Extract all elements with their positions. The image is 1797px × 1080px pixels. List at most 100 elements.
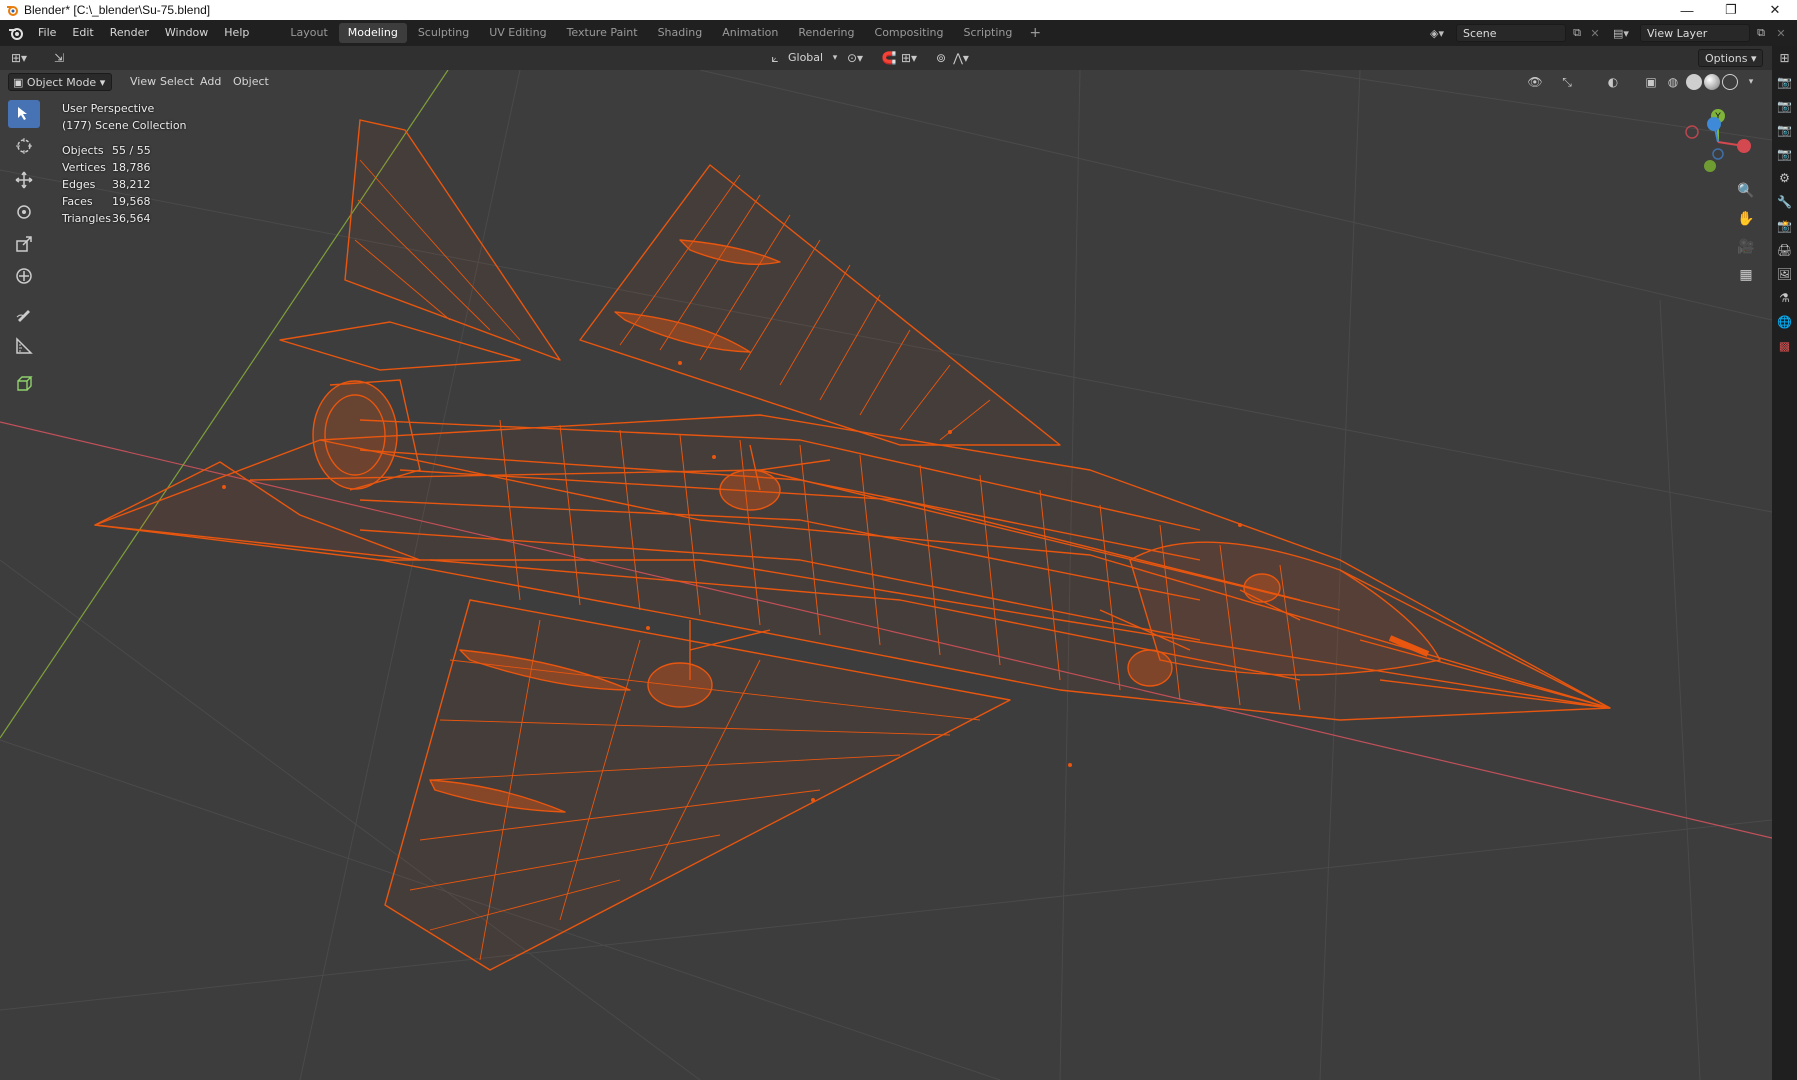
scene-properties-icon[interactable]: ⚗ bbox=[1772, 286, 1797, 310]
pan-hand-icon[interactable]: ✋ bbox=[1733, 206, 1759, 232]
camera-view-icon[interactable]: 🎥 bbox=[1733, 234, 1759, 260]
tool-header: ⊞▾ ⇲ ⟀ Global ▾ ⊙▾ 🧲 ⊞▾ ⊚ ⋀▾ Options ▾ bbox=[0, 46, 1772, 70]
tab-texture-paint[interactable]: Texture Paint bbox=[558, 23, 647, 43]
window-titlebar: Blender* [C:\_blender\Su-75.blend] — ❐ ✕ bbox=[0, 0, 1797, 20]
xray-toggle-icon[interactable]: ▣ bbox=[1642, 73, 1660, 91]
snap-toggle-icon[interactable]: 🧲 bbox=[880, 49, 898, 67]
world-properties-icon[interactable]: 🌐 bbox=[1772, 310, 1797, 334]
render-layer-camera-icon[interactable]: 📷 bbox=[1772, 142, 1797, 166]
material-preview-icon[interactable] bbox=[1704, 74, 1720, 90]
new-view-layer-icon[interactable]: ⧉ bbox=[1752, 24, 1770, 42]
output-properties-icon[interactable]: 🖨 bbox=[1772, 238, 1797, 262]
add-cube-icon bbox=[17, 376, 33, 391]
stat-value: 19,568 bbox=[112, 195, 151, 208]
perspective-grid-icon[interactable]: ▦ bbox=[1733, 262, 1759, 288]
scale-icon bbox=[16, 236, 32, 252]
tool-properties-icon[interactable]: ⊞ bbox=[1772, 46, 1797, 70]
tab-layout[interactable]: Layout bbox=[281, 23, 336, 43]
scene-selector-icon[interactable]: ◈▾ bbox=[1428, 24, 1446, 42]
falloff-curve-icon[interactable]: ⋀▾ bbox=[952, 49, 970, 67]
window-title: Blender* [C:\_blender\Su-75.blend] bbox=[24, 3, 211, 17]
tool-settings-icon[interactable]: 🔧 bbox=[1772, 190, 1797, 214]
tab-rendering[interactable]: Rendering bbox=[789, 23, 863, 43]
menu-help[interactable]: Help bbox=[216, 20, 257, 46]
zoom-icon[interactable]: 🔍 bbox=[1733, 178, 1759, 204]
options-label: Options bbox=[1705, 52, 1748, 65]
cursor-select-icon bbox=[18, 107, 27, 120]
delete-view-layer-icon[interactable]: ✕ bbox=[1772, 24, 1790, 42]
tab-compositing[interactable]: Compositing bbox=[866, 23, 953, 43]
properties-tab-strip: ⊞ 📷 📷 📷 📷 ⚙ 🔧 📸 🖨 🖼 ⚗ 🌐 ▩ bbox=[1772, 46, 1797, 1080]
visibility-icon[interactable]: 👁 bbox=[1526, 73, 1544, 91]
gizmo-toggle-icon[interactable]: ⤡ bbox=[1558, 73, 1576, 91]
tab-scripting[interactable]: Scripting bbox=[954, 23, 1021, 43]
transform-orientation-dropdown[interactable]: Global bbox=[782, 49, 829, 67]
collection-label: (177) Scene Collection bbox=[62, 119, 187, 132]
options-dropdown[interactable]: Options ▾ bbox=[1698, 49, 1764, 67]
scene-field[interactable]: Scene bbox=[1456, 24, 1566, 42]
menu-window[interactable]: Window bbox=[157, 20, 216, 46]
viewport-scene bbox=[0, 70, 1772, 1080]
solid-shading-icon[interactable] bbox=[1686, 74, 1702, 90]
object-mode-icon: ▣ bbox=[13, 76, 24, 89]
stat-row: Edges 38,212 bbox=[62, 176, 187, 193]
stat-label: Faces bbox=[62, 195, 93, 208]
view-layer-selector-icon[interactable]: ▤▾ bbox=[1612, 24, 1630, 42]
annotate-pencil-icon bbox=[16, 310, 30, 322]
3d-viewport[interactable] bbox=[0, 70, 1772, 1080]
render-layer-camera-icon[interactable]: 📷 bbox=[1772, 94, 1797, 118]
render-layer-camera-icon[interactable]: 📷 bbox=[1772, 118, 1797, 142]
scene-statistics: Objects 55 / 55 Vertices 18,786 Edges 38,21… bbox=[62, 142, 187, 227]
rotate-tool[interactable] bbox=[8, 198, 40, 226]
close-button[interactable]: ✕ bbox=[1753, 0, 1797, 20]
stat-row: Vertices 18,786 bbox=[62, 159, 187, 176]
texture-properties-icon[interactable]: ▩ bbox=[1772, 334, 1797, 358]
mode-dropdown[interactable]: ▣ Object Mode ▾ bbox=[8, 73, 113, 91]
delete-scene-icon[interactable]: ✕ bbox=[1586, 24, 1604, 42]
pivot-point-icon[interactable]: ⊙▾ bbox=[846, 49, 864, 67]
view-layer-field[interactable]: View Layer bbox=[1640, 24, 1750, 42]
measure-tool[interactable] bbox=[8, 332, 40, 360]
tab-uv-editing[interactable]: UV Editing bbox=[480, 23, 555, 43]
menu-add[interactable]: Add bbox=[194, 73, 227, 91]
overlays-toggle-icon[interactable]: ◐ bbox=[1604, 73, 1622, 91]
rotate-icon bbox=[17, 205, 31, 219]
new-scene-icon[interactable]: ⧉ bbox=[1568, 24, 1586, 42]
render-layer-camera-icon[interactable]: 📷 bbox=[1772, 70, 1797, 94]
add-workspace-icon[interactable]: + bbox=[1023, 25, 1047, 41]
shading-options-chevron-icon[interactable]: ▾ bbox=[1742, 73, 1760, 91]
stat-label: Triangles bbox=[62, 212, 111, 225]
snap-target-icon[interactable]: ⊞▾ bbox=[900, 49, 918, 67]
blender-menu-icon[interactable] bbox=[8, 25, 24, 41]
scale-tool[interactable] bbox=[8, 230, 40, 258]
menu-render[interactable]: Render bbox=[102, 20, 157, 46]
chevron-down-icon: ▾ bbox=[832, 53, 838, 63]
menu-object[interactable]: Object bbox=[227, 73, 275, 91]
stat-value: 18,786 bbox=[112, 161, 151, 174]
rendered-shading-icon[interactable] bbox=[1722, 74, 1738, 90]
add-cube-tool[interactable] bbox=[8, 370, 40, 398]
stat-value: 55 / 55 bbox=[112, 144, 151, 157]
menu-edit[interactable]: Edit bbox=[64, 20, 101, 46]
cursor-tool[interactable] bbox=[8, 132, 40, 160]
navigation-gizmo[interactable]: Y bbox=[1672, 102, 1752, 182]
select-box-tool[interactable] bbox=[8, 100, 40, 128]
tab-shading[interactable]: Shading bbox=[649, 23, 712, 43]
menu-file[interactable]: File bbox=[30, 20, 64, 46]
annotate-tool[interactable] bbox=[8, 300, 40, 328]
proportional-edit-icon[interactable]: ⊚ bbox=[932, 49, 950, 67]
transform-tool[interactable] bbox=[8, 262, 40, 290]
restore-button[interactable]: ❐ bbox=[1709, 0, 1753, 20]
tab-animation[interactable]: Animation bbox=[713, 23, 787, 43]
tab-sculpting[interactable]: Sculpting bbox=[409, 23, 478, 43]
tab-modeling[interactable]: Modeling bbox=[338, 23, 407, 43]
select-box-mode-icon[interactable]: ⇲ bbox=[50, 49, 68, 67]
minimize-button[interactable]: — bbox=[1665, 0, 1709, 20]
stat-value: 36,564 bbox=[112, 212, 151, 225]
wireframe-shading-icon[interactable]: ◍ bbox=[1664, 73, 1682, 91]
view-layer-properties-icon[interactable]: 🖼 bbox=[1772, 262, 1797, 286]
toggle-properties-icon[interactable]: ⚙ bbox=[1772, 166, 1797, 190]
move-tool[interactable] bbox=[8, 166, 40, 194]
editor-type-icon[interactable]: ⊞▾ bbox=[10, 49, 28, 67]
render-properties-icon[interactable]: 📸 bbox=[1772, 214, 1797, 238]
